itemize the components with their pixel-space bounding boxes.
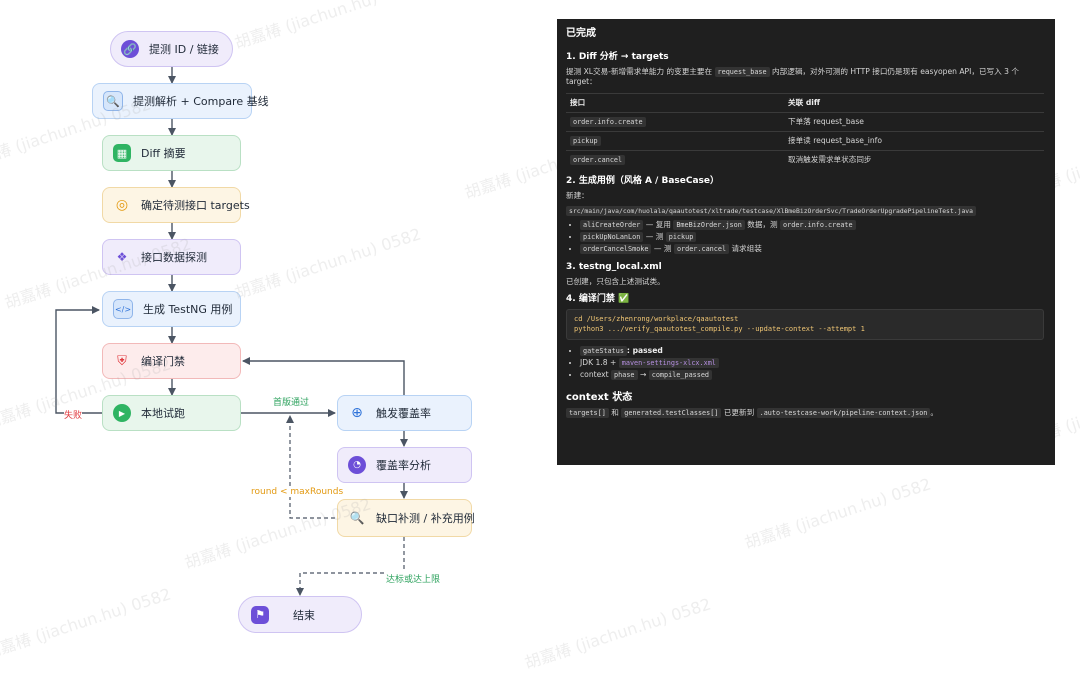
node-coverage-analysis[interactable]: ◔ 覆盖率分析 <box>337 447 472 483</box>
link-icon: 🔗 <box>121 40 139 58</box>
list-item: aliCreateOrder — 复用 BmeBizOrder.json 数据，… <box>580 219 1046 230</box>
node-label: 提测 ID / 链接 <box>149 43 219 56</box>
edge-fail-loop <box>55 306 102 414</box>
list-item: gateStatus: passed <box>580 345 1046 356</box>
document-search-icon: 🔍 <box>103 91 123 111</box>
edge-label-loop: round < maxRounds <box>251 487 344 497</box>
edge-label-first-pass: 首版通过 <box>273 398 310 408</box>
section-heading-generate: 2. 生成用例（风格 A / BaseCase） <box>566 176 720 187</box>
node-trigger-coverage[interactable]: ⊕ 触发覆盖率 <box>337 395 472 431</box>
pie-chart-icon: ◔ <box>348 456 366 474</box>
node-label: 结束 <box>293 608 315 622</box>
finish-flag-icon: ⚑ <box>251 605 269 624</box>
node-api-probe[interactable]: ❖ 接口数据探测 <box>102 239 241 275</box>
node-label: 缺口补测 / 补充用例 <box>376 512 475 525</box>
node-submission-parse[interactable]: 🔍 提测解析 + Compare 基线 <box>92 83 269 119</box>
node-label: 接口数据探测 <box>141 251 207 264</box>
node-end[interactable]: ⚑ 结束 <box>238 596 362 633</box>
command-line: python3 .../verify_qaautotest_compile.py… <box>574 324 865 333</box>
list-item: pickUpNoLanLon — 测 pickup <box>580 232 1046 243</box>
node-label: 触发覆盖率 <box>376 407 431 420</box>
context-text: targets[] 和 generated.testClasses[] 已更新到… <box>566 408 1046 419</box>
section-heading-diff: 1. Diff 分析 → targets <box>566 51 669 62</box>
table-header-row: 接口 关联 diff <box>566 93 1044 113</box>
table-row: order.cancel 取消触发需求单状态同步 <box>566 150 1044 170</box>
magnifier-icon: 🔍 <box>349 511 365 525</box>
section-heading-testng: 3. testng_local.xml <box>566 261 662 272</box>
node-label: Diff 摘要 <box>141 147 186 160</box>
api-name: pickup <box>570 136 601 147</box>
targets-table: 接口 关联 diff order.info.create 下单落 request… <box>566 93 1044 170</box>
network-scan-icon: ❖ <box>116 250 128 264</box>
compile-result-list: gateStatus: passed JDK 1.8 + maven-setti… <box>566 345 1046 381</box>
crosshair-icon: ⊕ <box>351 405 363 421</box>
play-icon: ▶ <box>113 404 131 422</box>
node-submission-id[interactable]: 🔗 提测 ID / 链接 <box>110 31 233 67</box>
diff-desc: 接单读 request_base_info <box>784 131 1044 151</box>
edge-label-done: 达标或达上限 <box>386 572 441 585</box>
diff-intro: 提测 XL交易-新增需求单能力 的变更主要在 request_base 内部逻辑… <box>566 66 1020 86</box>
code-icon: </> <box>113 299 133 319</box>
list-item: context phase → compile_passed <box>580 370 1046 381</box>
node-label: 编译门禁 <box>141 355 185 368</box>
list-item: orderCancelSmoke — 测 order.cancel 请求组装 <box>580 244 1046 255</box>
table-header: 接口 <box>566 93 784 113</box>
diff-desc: 取消触发需求单状态同步 <box>784 150 1044 170</box>
table-header: 关联 diff <box>784 93 1044 113</box>
node-label: 确定待测接口 targets <box>141 199 250 212</box>
bar-chart-icon: ▦ <box>113 144 131 162</box>
edge-label-fail: 失败 <box>64 408 83 421</box>
inline-code: request_base <box>714 66 770 77</box>
api-name: order.info.create <box>570 117 646 128</box>
command-line: cd /Users/zhenrong/workplace/qaautotest <box>574 315 739 324</box>
section-heading-context: context 状态 <box>566 391 633 403</box>
edge-done <box>296 537 405 596</box>
node-label: 生成 TestNG 用例 <box>143 303 233 316</box>
edge-coverage-back <box>242 357 405 395</box>
node-label: 本地试跑 <box>141 407 185 420</box>
file-path: src/main/java/com/huolala/qaautotest/xlt… <box>566 205 976 216</box>
list-item: JDK 1.8 + maven-settings-xlcx.xml <box>580 358 1046 369</box>
node-compile-gate[interactable]: ⛨ 编译门禁 <box>102 343 241 379</box>
testng-text: 已创建，只包含上述测试类。 <box>566 276 665 286</box>
panel-title: 已完成 <box>566 28 596 39</box>
node-gap-fill[interactable]: 🔍 缺口补测 / 补充用例 <box>337 499 475 537</box>
table-row: pickup 接单读 request_base_info <box>566 131 1044 151</box>
diff-desc: 下单落 request_base <box>784 112 1044 132</box>
new-label: 新建： <box>566 191 589 201</box>
target-icon: ◎ <box>115 197 129 213</box>
shield-icon: ⛨ <box>117 353 127 369</box>
section-heading-compile: 4. 编译门禁 ✅ <box>566 293 630 304</box>
table-row: order.info.create 下单落 request_base <box>566 112 1044 132</box>
node-label: 覆盖率分析 <box>376 459 431 472</box>
node-generate-testng[interactable]: </> 生成 TestNG 用例 <box>102 291 241 327</box>
node-local-run[interactable]: ▶ 本地试跑 <box>102 395 241 431</box>
node-define-targets[interactable]: ◎ 确定待测接口 targets <box>102 187 250 223</box>
completion-panel: 已完成 1. Diff 分析 → targets 提测 XL交易-新增需求单能力… <box>557 19 1055 465</box>
node-label: 提测解析 + Compare 基线 <box>133 95 269 108</box>
node-diff-summary[interactable]: ▦ Diff 摘要 <box>102 135 241 171</box>
edge-loop-maxrounds <box>286 415 335 519</box>
api-name: order.cancel <box>570 155 626 166</box>
case-list: aliCreateOrder — 复用 BmeBizOrder.json 数据，… <box>566 219 1046 255</box>
command-block: cd /Users/zhenrong/workplace/qaautotest … <box>566 309 1044 340</box>
